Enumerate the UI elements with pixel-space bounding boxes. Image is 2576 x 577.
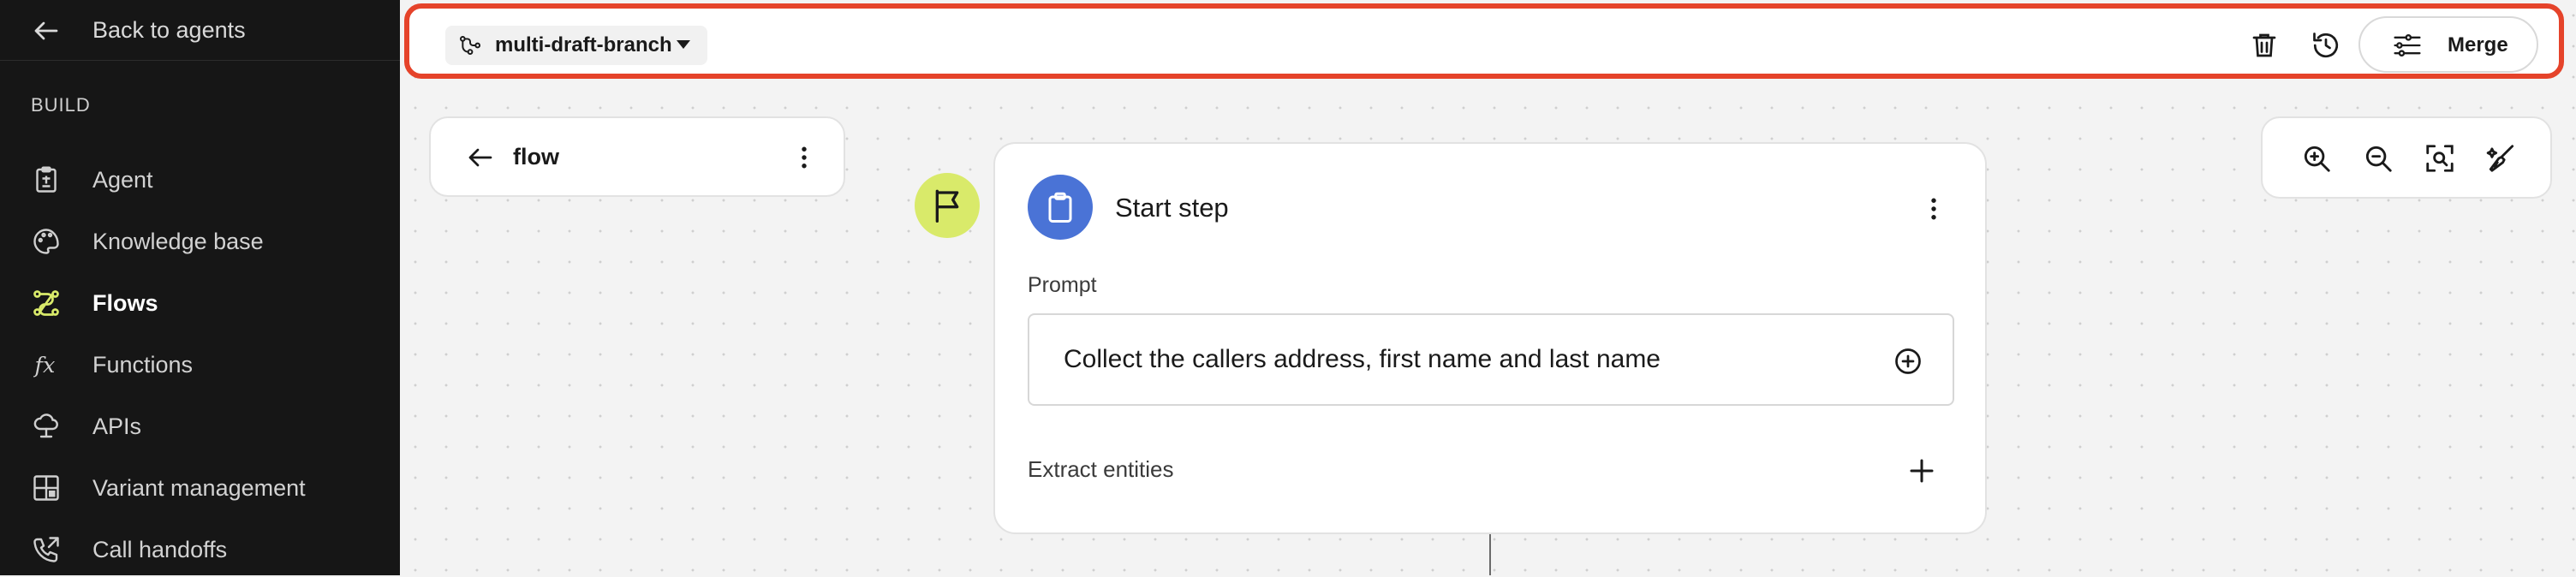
branch-selector[interactable]: multi-draft-branch (445, 26, 707, 65)
step-title: Start step (1115, 193, 1229, 223)
prompt-text: Collect the callers address, first name … (1064, 345, 1661, 373)
extract-entities-label: Extract entities (1028, 456, 1174, 482)
branch-name: multi-draft-branch (495, 33, 672, 57)
branch-toolbar: multi-draft-branch Merge (404, 3, 2564, 79)
add-entity-icon[interactable] (1906, 455, 1937, 486)
sidebar-item-label: Variant management (92, 475, 306, 501)
add-circle-icon[interactable] (1893, 346, 1923, 377)
canvas-controls (2261, 116, 2552, 199)
merge-icon (2394, 34, 2421, 57)
flow-title: flow (513, 144, 559, 170)
branch-icon (459, 36, 481, 55)
sidebar-item-variant-management[interactable]: Variant management (0, 461, 400, 515)
more-vertical-icon[interactable] (789, 142, 820, 173)
section-heading-build: BUILD (31, 94, 91, 116)
flag-icon (935, 189, 959, 223)
grid-icon (33, 475, 59, 501)
trash-icon[interactable] (2249, 30, 2280, 61)
sidebar-item-label: Agent (92, 167, 153, 193)
clipboard-icon (36, 166, 57, 193)
sidebar-item-label: Flows (92, 290, 158, 316)
merge-label: Merge (2448, 33, 2508, 57)
function-icon: fx (33, 353, 56, 378)
sidebar-item-call-handoffs[interactable]: Call handoffs (0, 522, 400, 577)
flow-icon (33, 290, 59, 316)
zoom-in-icon[interactable] (2300, 142, 2333, 175)
sidebar-item-label: Functions (92, 352, 194, 378)
step-avatar (1028, 175, 1093, 240)
magic-broom-icon[interactable] (2485, 142, 2518, 175)
start-flag (915, 173, 980, 238)
sidebar-item-label: Knowledge base (92, 229, 264, 254)
merge-button[interactable]: Merge (2358, 16, 2538, 73)
caret-down-icon (677, 40, 690, 49)
prompt-input[interactable]: Collect the callers address, first name … (1028, 313, 1954, 406)
arrow-left-icon (34, 21, 58, 40)
palette-icon (33, 229, 59, 254)
svg-text:fx: fx (33, 353, 56, 378)
more-vertical-icon[interactable] (1918, 193, 1949, 224)
sidebar-item-knowledge-base[interactable]: Knowledge base (0, 214, 400, 269)
start-step-card[interactable]: Start step Prompt Collect the callers ad… (993, 142, 1987, 534)
arrow-left-icon[interactable] (465, 142, 496, 173)
sidebar-item-label: Call handoffs (92, 537, 228, 562)
prompt-label: Prompt (1028, 273, 1097, 297)
sidebar-item-apis[interactable]: APIs (0, 399, 400, 454)
sidebar-item-label: APIs (92, 413, 142, 439)
clipboard-icon (1048, 192, 1072, 223)
back-to-agents-link[interactable]: Back to agents (0, 0, 400, 61)
sidebar-item-flows[interactable]: Flows (0, 276, 400, 330)
back-to-agents-label: Back to agents (92, 17, 246, 43)
api-icon (33, 413, 58, 438)
zoom-out-icon[interactable] (2362, 142, 2394, 175)
history-icon[interactable] (2311, 30, 2341, 61)
sidebar-item-agent[interactable]: Agent (0, 152, 400, 207)
sidebar-item-functions[interactable]: fx Functions (0, 337, 400, 392)
step-connector (1489, 534, 1491, 575)
sidebar: Back to agents BUILD Agent Knowledge bas… (0, 0, 400, 575)
fit-view-icon[interactable] (2424, 142, 2456, 175)
flow-panel: flow (429, 116, 845, 197)
phone-forward-icon (33, 537, 59, 562)
